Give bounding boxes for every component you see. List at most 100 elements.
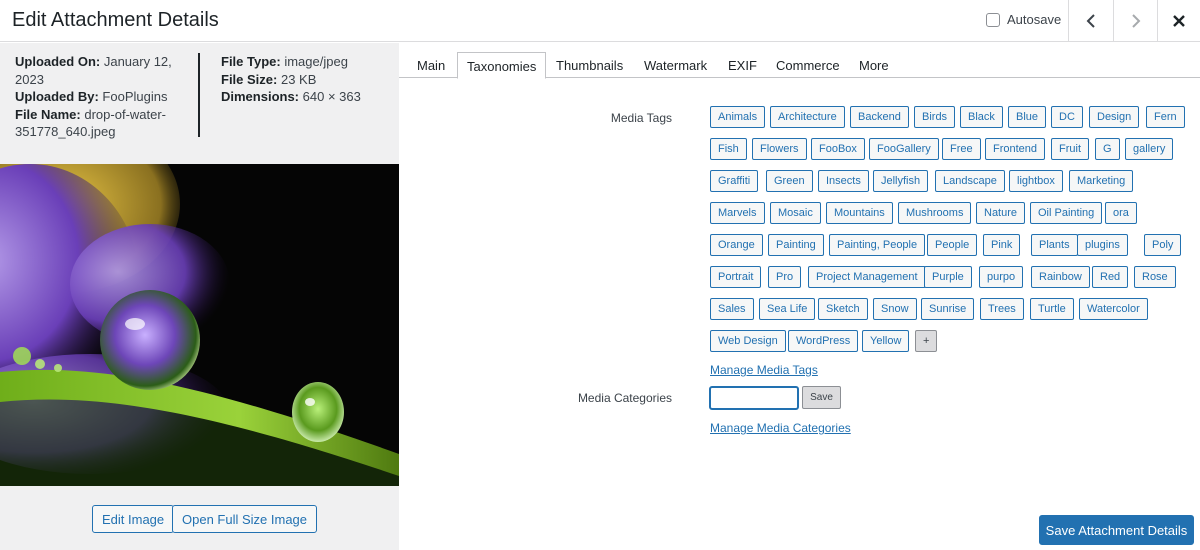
chevron-left-icon	[1086, 14, 1095, 28]
tag-graffiti[interactable]: Graffiti	[710, 170, 759, 192]
previous-button[interactable]	[1068, 0, 1112, 42]
tag-snow[interactable]: Snow	[873, 298, 917, 320]
tag-rainbow[interactable]: Rainbow	[1031, 266, 1090, 288]
tag-green[interactable]: Green	[766, 170, 813, 192]
tab-bar: Main Taxonomies Thumbnails Watermark EXI…	[399, 43, 1200, 79]
tag-sunrise[interactable]: Sunrise	[921, 298, 975, 320]
tag-red[interactable]: Red	[1092, 266, 1129, 288]
tag-watercolor[interactable]: Watercolor	[1079, 298, 1148, 320]
tag-pro[interactable]: Pro	[768, 266, 802, 288]
save-attachment-details-button[interactable]: Save Attachment Details	[1039, 515, 1194, 545]
tab-main[interactable]: Main	[408, 52, 454, 79]
tag-foobox[interactable]: FooBox	[811, 138, 865, 160]
tag-wordpress[interactable]: WordPress	[788, 330, 859, 352]
tag-sales[interactable]: Sales	[710, 298, 754, 320]
media-tags-label: Media Tags	[610, 111, 672, 125]
tag-pink[interactable]: Pink	[983, 234, 1021, 256]
tag-blue[interactable]: Blue	[1008, 106, 1047, 128]
tag-poly[interactable]: Poly	[1144, 234, 1182, 256]
edit-image-button[interactable]: Edit Image	[92, 505, 175, 533]
tab-more[interactable]: More	[850, 52, 898, 79]
tag-oil-painting[interactable]: Oil Painting	[1030, 202, 1103, 224]
tag-ora[interactable]: ora	[1105, 202, 1137, 224]
tag-trees[interactable]: Trees	[980, 298, 1024, 320]
tab-watermark[interactable]: Watermark	[635, 52, 716, 79]
attachment-info-panel: Uploaded On: January 12, 2023 Uploaded B…	[0, 43, 399, 550]
tag-turtle[interactable]: Turtle	[1030, 298, 1074, 320]
modal-header: Edit Attachment Details Autosave	[0, 0, 1200, 42]
tag-black[interactable]: Black	[960, 106, 1003, 128]
tag-portrait[interactable]: Portrait	[710, 266, 762, 288]
tag-insects[interactable]: Insects	[818, 170, 869, 192]
open-full-size-button[interactable]: Open Full Size Image	[172, 505, 318, 533]
tab-exif[interactable]: EXIF	[719, 52, 766, 79]
tag-purple[interactable]: Purple	[924, 266, 972, 288]
tab-taxonomies[interactable]: Taxonomies	[457, 52, 547, 79]
file-name: File Name: drop-of-water- 351778_640.jpeg	[15, 106, 167, 140]
tag-flowers[interactable]: Flowers	[752, 138, 807, 160]
autosave-checkbox[interactable]	[986, 12, 1000, 27]
manage-media-tags-link[interactable]: Manage Media Tags	[710, 363, 818, 377]
tag-sea-life[interactable]: Sea Life	[759, 298, 816, 320]
tag-design[interactable]: Design	[1089, 106, 1140, 128]
upload-meta: Uploaded On: January 12, 2023 Uploaded B…	[15, 53, 185, 141]
tag-backend[interactable]: Backend	[850, 106, 909, 128]
close-icon	[1173, 15, 1185, 27]
tab-commerce[interactable]: Commerce	[767, 52, 849, 79]
tag-rose[interactable]: Rose	[1134, 266, 1176, 288]
autosave-toggle[interactable]: Autosave	[986, 12, 1061, 27]
tag-marketing[interactable]: Marketing	[1069, 170, 1134, 192]
next-button[interactable]	[1113, 0, 1157, 42]
file-size: File Size: 23 KB	[221, 71, 317, 87]
tag-painting-people[interactable]: Painting, People	[829, 234, 926, 256]
close-button[interactable]	[1157, 0, 1200, 42]
tag-landscape[interactable]: Landscape	[935, 170, 1005, 192]
tag-dc[interactable]: DC	[1051, 106, 1083, 128]
tag-fern[interactable]: Fern	[1146, 106, 1185, 128]
attachment-settings-panel: Main Taxonomies Thumbnails Watermark EXI…	[399, 43, 1200, 550]
tag-sketch[interactable]: Sketch	[818, 298, 868, 320]
tag-yellow[interactable]: Yellow	[862, 330, 910, 352]
tag-nature[interactable]: Nature	[976, 202, 1026, 224]
file-type: File Type: image/jpeg	[221, 54, 348, 69]
chevron-right-icon	[1131, 14, 1140, 28]
dimensions: Dimensions: 640 × 363	[221, 89, 361, 104]
tag-purpo[interactable]: purpo	[979, 266, 1024, 288]
tag-mountains[interactable]: Mountains	[826, 202, 893, 224]
uploaded-on: Uploaded On: January 12, 2023	[15, 54, 172, 87]
tag-g[interactable]: G	[1095, 138, 1120, 160]
file-meta: Uploaded On: January 12, 2023 Uploaded B…	[0, 43, 399, 164]
tag-orange[interactable]: Orange	[710, 234, 763, 256]
tag-animals[interactable]: Animals	[710, 106, 766, 128]
tag-people[interactable]: People	[927, 234, 978, 256]
tag-frontend[interactable]: Frontend	[985, 138, 1046, 160]
save-category-button[interactable]: Save	[802, 386, 841, 409]
tag-gallery[interactable]: gallery	[1125, 138, 1174, 160]
meta-divider	[198, 53, 200, 137]
media-categories-input[interactable]	[709, 386, 799, 410]
tag-mushrooms[interactable]: Mushrooms	[898, 202, 972, 224]
tag-lightbox[interactable]: lightbox	[1009, 170, 1063, 192]
modal-title: Edit Attachment Details	[12, 9, 219, 31]
attachment-preview-image	[0, 164, 399, 486]
autosave-label: Autosave	[1007, 12, 1062, 27]
add-tag-button[interactable]: +	[915, 330, 938, 352]
tag-foogallery[interactable]: FooGallery	[869, 138, 939, 160]
tag-marvels[interactable]: Marvels	[710, 202, 765, 224]
tag-mosaic[interactable]: Mosaic	[770, 202, 821, 224]
tag-fruit[interactable]: Fruit	[1051, 138, 1089, 160]
tag-plants[interactable]: Plants	[1031, 234, 1078, 256]
tag-fish[interactable]: Fish	[710, 138, 747, 160]
tag-web-design[interactable]: Web Design	[710, 330, 786, 352]
manage-media-categories-link[interactable]: Manage Media Categories	[710, 421, 851, 435]
tag-free[interactable]: Free	[942, 138, 981, 160]
tag-project-management[interactable]: Project Management	[808, 266, 926, 288]
tab-thumbnails[interactable]: Thumbnails	[547, 52, 632, 79]
tag-painting[interactable]: Painting	[768, 234, 824, 256]
tag-plugins[interactable]: plugins	[1077, 234, 1128, 256]
tag-architecture[interactable]: Architecture	[770, 106, 845, 128]
media-categories-label: Media Categories	[577, 391, 672, 405]
tag-jellyfish[interactable]: Jellyfish	[873, 170, 929, 192]
tag-birds[interactable]: Birds	[914, 106, 956, 128]
file-details: File Type: image/jpeg File Size: 23 KB D…	[221, 53, 391, 106]
